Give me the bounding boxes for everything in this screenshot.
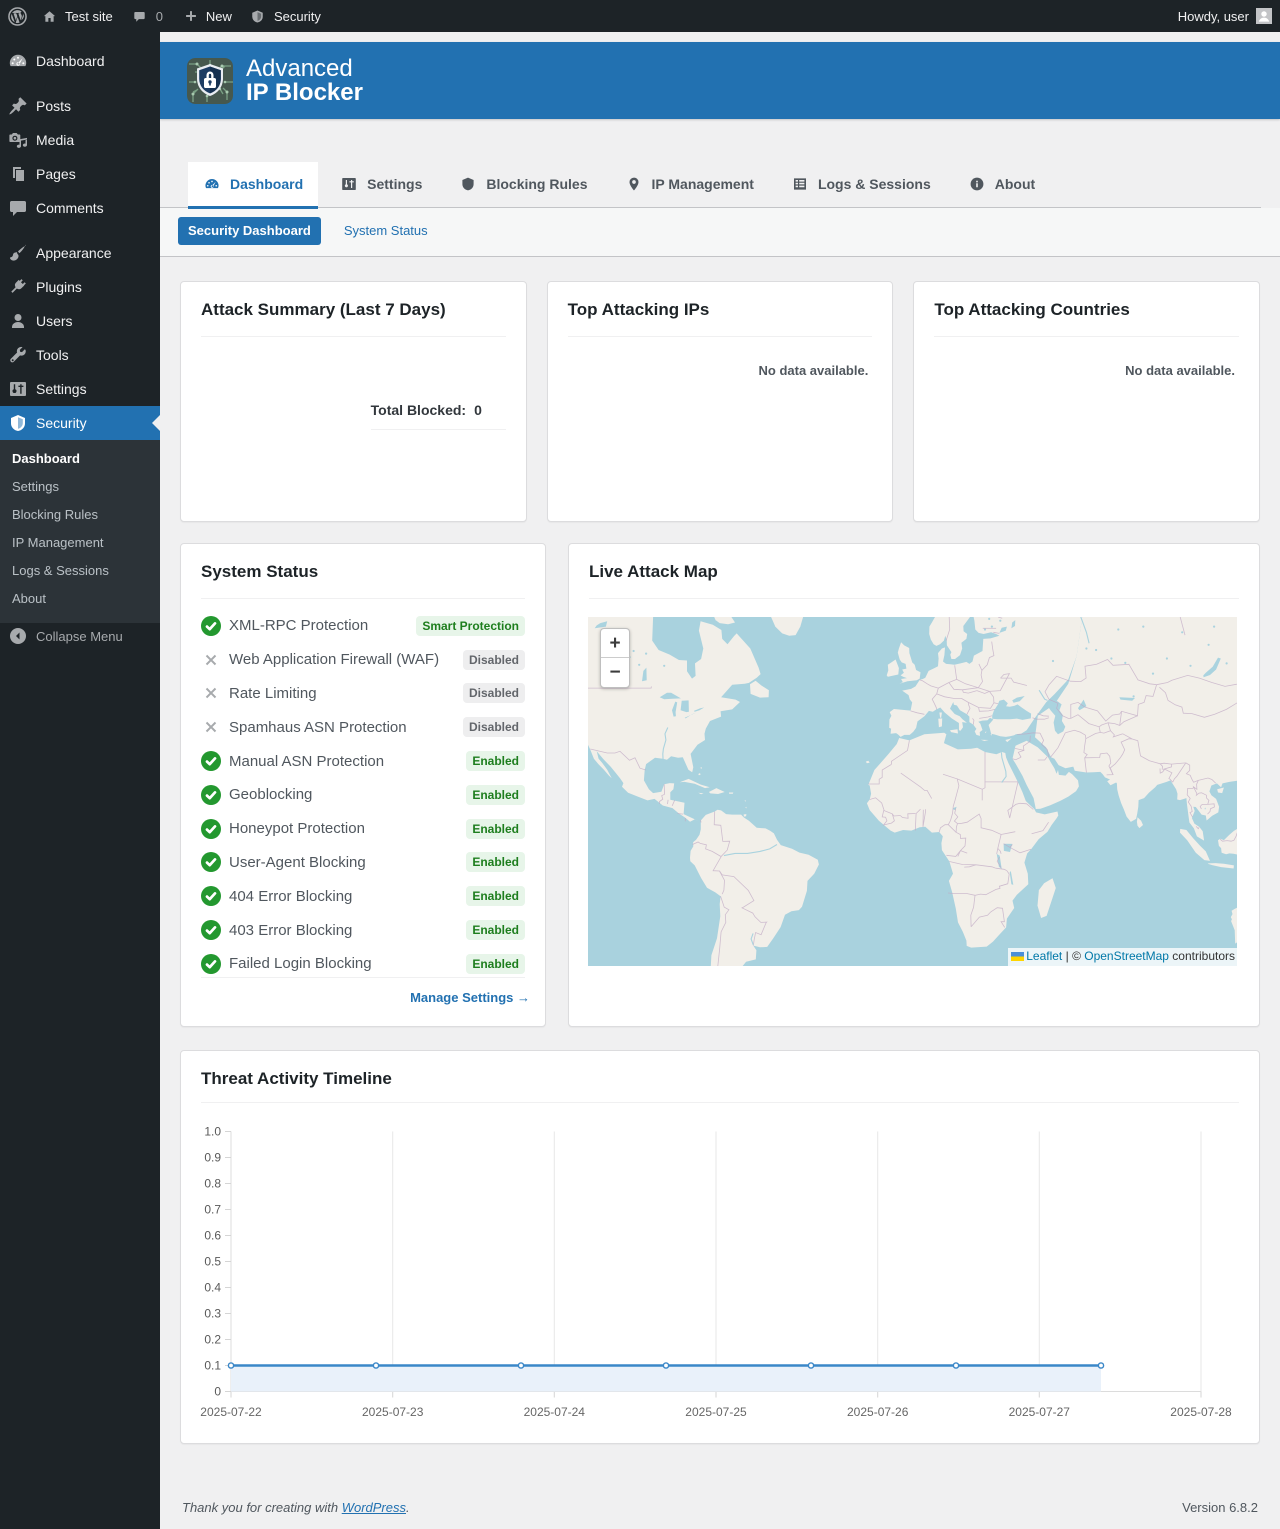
svg-text:0.4: 0.4 [204,1281,221,1295]
svg-text:2025-07-28: 2025-07-28 [1170,1405,1232,1419]
svg-text:0.5: 0.5 [204,1255,221,1269]
svg-text:2025-07-24: 2025-07-24 [524,1405,586,1419]
svg-text:0: 0 [214,1385,221,1399]
svg-text:0.3: 0.3 [204,1307,221,1321]
svg-text:0.2: 0.2 [204,1333,221,1347]
svg-text:2025-07-27: 2025-07-27 [1009,1405,1071,1419]
svg-text:0.7: 0.7 [204,1203,221,1217]
svg-text:1.0: 1.0 [204,1125,221,1139]
svg-text:2025-07-23: 2025-07-23 [362,1405,424,1419]
svg-text:2025-07-25: 2025-07-25 [685,1405,747,1419]
svg-text:0.6: 0.6 [204,1229,221,1243]
svg-text:0.8: 0.8 [204,1177,221,1191]
svg-text:0.1: 0.1 [204,1359,221,1373]
svg-text:2025-07-26: 2025-07-26 [847,1405,909,1419]
svg-text:2025-07-22: 2025-07-22 [200,1405,262,1419]
svg-text:0.9: 0.9 [204,1151,221,1165]
